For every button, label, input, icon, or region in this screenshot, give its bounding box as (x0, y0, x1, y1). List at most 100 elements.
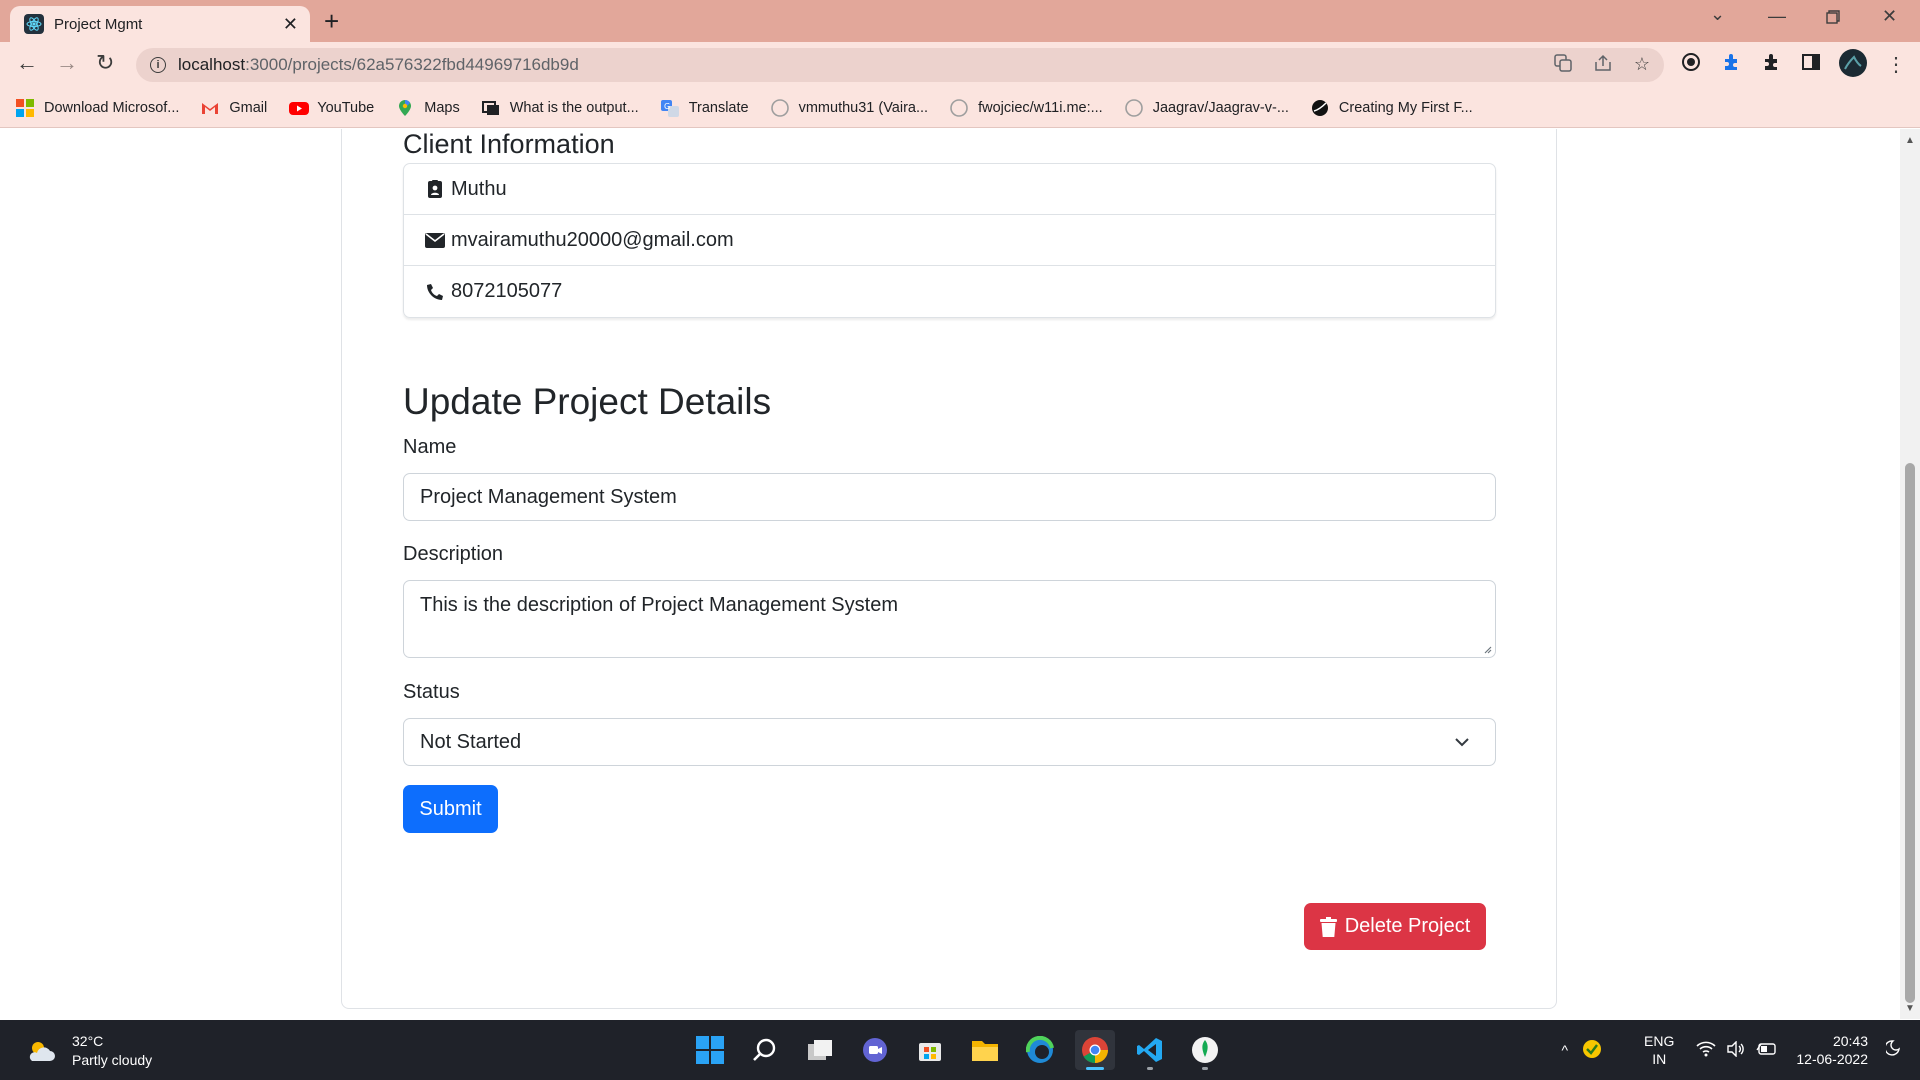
running-indicator (1202, 1067, 1208, 1070)
tab-strip: Project Mgmt ✕ + ⌄ — ✕ (0, 0, 1920, 42)
update-form-heading: Update Project Details (403, 381, 772, 422)
forward-icon[interactable]: → (56, 50, 78, 76)
client-info-heading: Client Information (403, 129, 615, 159)
client-name: Muthu (451, 177, 507, 200)
clock[interactable]: 20:43 12-06-2022 (1796, 1032, 1868, 1068)
client-name-item: Muthu (404, 164, 1495, 215)
share-icon[interactable] (1594, 54, 1612, 77)
windows-start-icon (696, 1036, 724, 1064)
submit-button[interactable]: Submit (403, 785, 498, 833)
wifi-icon[interactable] (1696, 1041, 1716, 1060)
system-tray: ^ ENG IN 20:43 12-06-2022 (1561, 1020, 1920, 1080)
name-label: Name (403, 436, 457, 458)
svg-text:G: G (664, 102, 670, 111)
search-icon (753, 1038, 776, 1061)
tab-project-mgmt[interactable]: Project Mgmt ✕ (10, 6, 310, 42)
teams-chat-button[interactable] (855, 1030, 895, 1070)
bookmark-item[interactable]: Creating My First F... (1311, 99, 1473, 117)
bookmark-item[interactable]: Jaagrav/Jaagrav-v-... (1124, 98, 1289, 117)
new-tab-icon[interactable]: + (324, 6, 339, 37)
youtube-icon (289, 99, 310, 117)
start-button[interactable] (690, 1030, 730, 1070)
weather-widget[interactable]: 32°C Partly cloudy (26, 1032, 152, 1070)
delete-project-button[interactable]: Delete Project (1304, 903, 1486, 950)
volume-icon[interactable] (1726, 1039, 1746, 1060)
scroll-up-icon[interactable]: ▲ (1905, 135, 1915, 146)
language-indicator[interactable]: ENG IN (1644, 1032, 1674, 1068)
close-window-icon[interactable]: ✕ (1882, 6, 1897, 27)
bookmark-star-icon[interactable]: ☆ (1634, 54, 1650, 77)
bookmark-item[interactable]: vmmuthu31 (Vaira... (770, 98, 928, 117)
chevron-down-icon (1455, 738, 1469, 747)
gmail-icon (201, 99, 219, 117)
notifications-icon[interactable] (1884, 1039, 1902, 1061)
file-explorer-button[interactable] (965, 1030, 1005, 1070)
resize-handle-icon[interactable] (1482, 644, 1492, 654)
bookmark-item[interactable]: Maps (396, 99, 460, 117)
bookmark-item[interactable]: G Translate (660, 99, 749, 117)
bookmarks-bar: Download Microsof... Gmail YouTube Maps … (0, 88, 1920, 128)
github-icon (950, 98, 968, 117)
close-tab-icon[interactable]: ✕ (283, 14, 298, 35)
chrome-button[interactable] (1075, 1030, 1115, 1070)
client-email: mvairamuthu20000@gmail.com (451, 228, 734, 251)
vscode-icon (1137, 1038, 1162, 1062)
partly-cloudy-icon (26, 1039, 56, 1063)
page-scrollbar[interactable]: ▲ ▼ (1900, 129, 1920, 1019)
record-icon[interactable] (1681, 52, 1701, 78)
bookmark-item[interactable]: Download Microsof... (16, 98, 179, 117)
profile-avatar-icon[interactable] (1839, 49, 1867, 83)
norton-icon[interactable] (1582, 1039, 1602, 1062)
chevron-up-icon[interactable]: ^ (1561, 1042, 1568, 1058)
restore-icon[interactable] (1826, 8, 1840, 29)
store-button[interactable] (910, 1030, 950, 1070)
project-name-input[interactable]: Project Management System (403, 473, 1496, 521)
translate-page-icon[interactable] (1554, 54, 1572, 77)
react-icon (24, 14, 44, 34)
scroll-down-icon[interactable]: ▼ (1905, 1003, 1915, 1014)
address-bar[interactable]: i localhost:3000/projects/62a576322fbd44… (136, 48, 1664, 82)
vscode-button[interactable] (1130, 1030, 1170, 1070)
reload-icon[interactable]: ↻ (96, 50, 114, 76)
search-button[interactable] (745, 1030, 785, 1070)
github-icon (770, 98, 789, 117)
edge-button[interactable] (1020, 1030, 1060, 1070)
store-icon (919, 1043, 941, 1061)
description-textarea[interactable]: This is the description of Project Manag… (403, 580, 1496, 658)
phone-icon (425, 282, 445, 302)
back-icon[interactable]: ← (16, 50, 38, 76)
client-info-list: Muthu mvairamuthu20000@gmail.com 8072105… (403, 163, 1496, 318)
id-badge-icon (425, 179, 445, 199)
bookmark-item[interactable]: What is the output... (481, 99, 639, 117)
edge-icon (1026, 1036, 1054, 1063)
bookmark-item[interactable]: YouTube (289, 99, 374, 117)
mongodb-compass-button[interactable] (1185, 1030, 1225, 1070)
active-indicator (1086, 1067, 1104, 1070)
page-icon (481, 99, 500, 117)
bookmark-item[interactable]: fwojciec/w11i.me:... (950, 98, 1103, 117)
minimize-icon[interactable]: — (1768, 6, 1786, 27)
url-text: localhost:3000/projects/62a576322fbd4496… (178, 55, 579, 74)
client-phone: 8072105077 (451, 280, 563, 302)
scroll-thumb[interactable] (1905, 463, 1915, 1003)
tab-title: Project Mgmt (54, 15, 143, 33)
client-phone-item: 8072105077 (404, 266, 1495, 317)
task-view-icon (808, 1040, 832, 1060)
status-label: Status (403, 681, 460, 703)
extension-blue-icon[interactable] (1721, 52, 1741, 78)
mongodb-icon (1192, 1037, 1218, 1063)
battery-icon[interactable] (1756, 1041, 1778, 1060)
site-info-icon[interactable]: i (150, 57, 166, 73)
extensions-icon[interactable] (1761, 52, 1781, 78)
windows-icon (16, 98, 34, 117)
task-view-button[interactable] (800, 1030, 840, 1070)
chevron-down-icon[interactable]: ⌄ (1710, 4, 1725, 25)
status-select[interactable]: Not Started (403, 718, 1496, 766)
chat-icon (863, 1038, 887, 1062)
bookmark-item[interactable]: Gmail (201, 99, 267, 117)
running-indicator (1147, 1067, 1153, 1070)
description-label: Description (403, 543, 504, 565)
side-panel-icon[interactable] (1801, 52, 1821, 78)
menu-kebab-icon[interactable]: ⋮ (1886, 52, 1906, 77)
translate-icon: G (660, 99, 679, 117)
